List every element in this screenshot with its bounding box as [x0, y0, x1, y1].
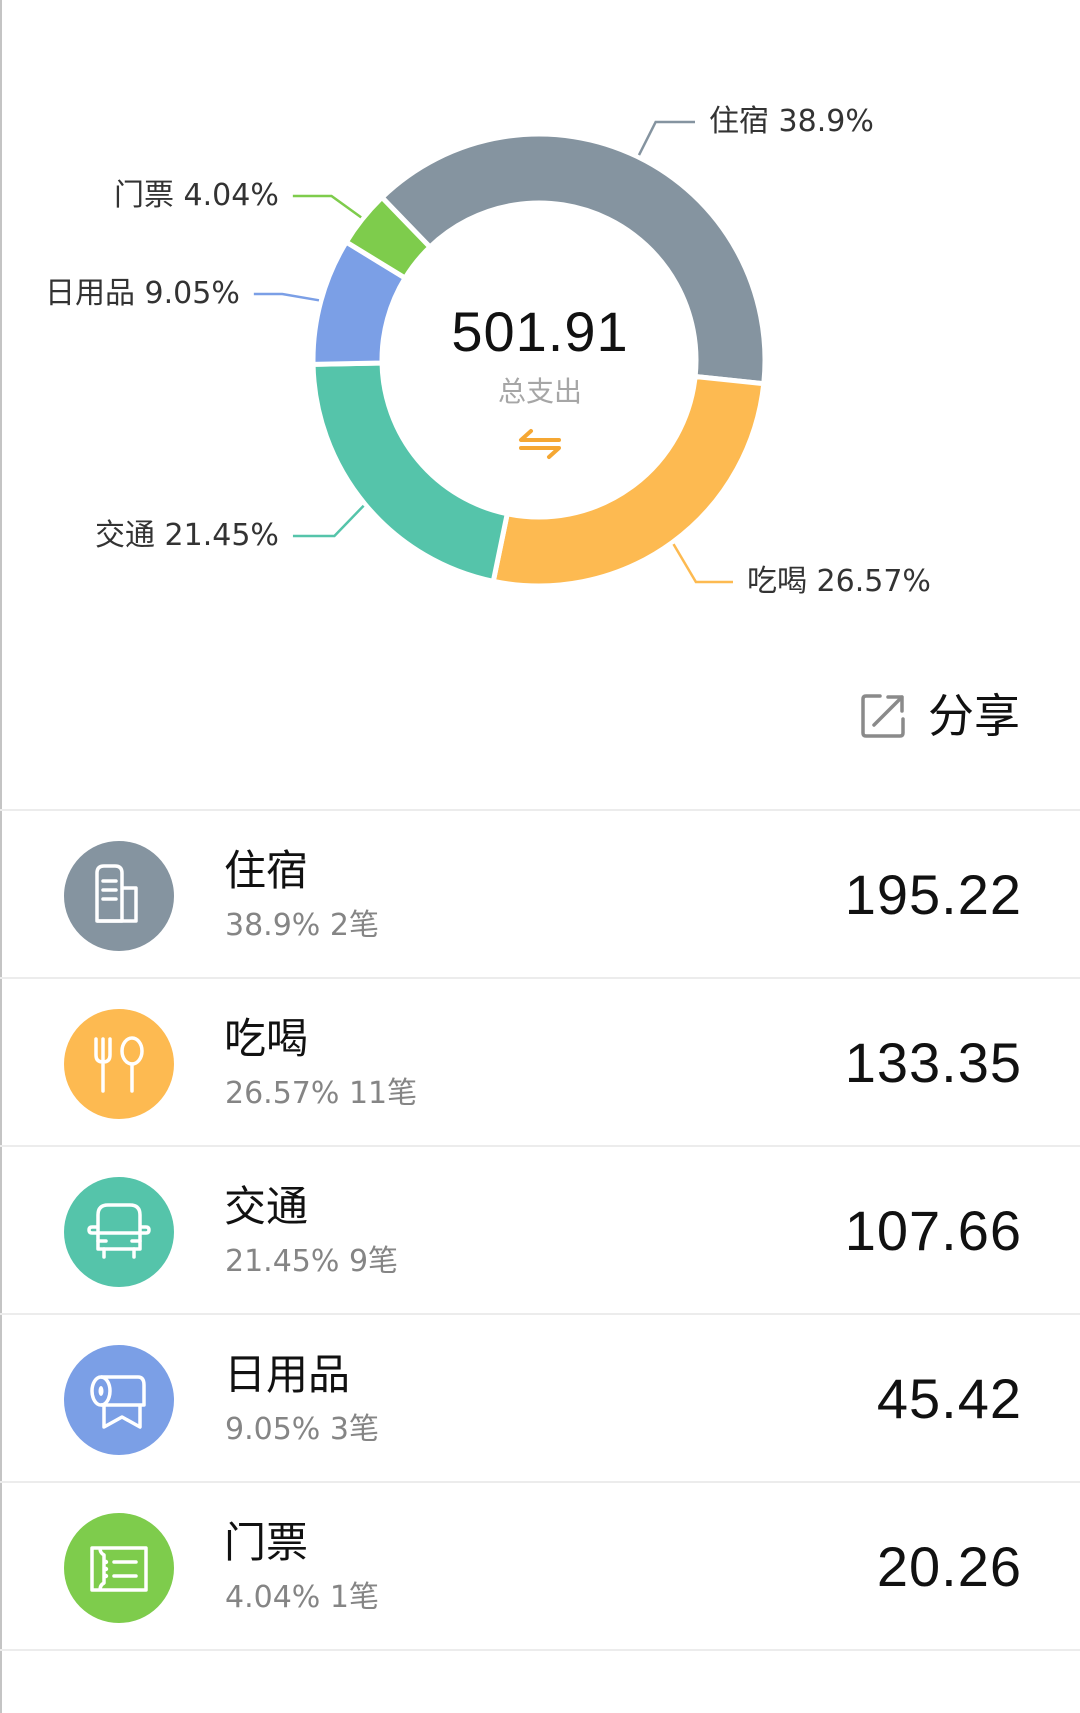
food-icon-badge — [64, 1009, 174, 1119]
category-percent: 21.45% — [225, 1244, 340, 1279]
category-name: 交通 — [224, 1182, 309, 1231]
category-name: 吃喝 — [224, 1014, 309, 1063]
tickets-icon-badge — [64, 1513, 174, 1623]
category-meta: 9.05% 3笔 — [225, 1411, 379, 1449]
category-count: 9笔 — [348, 1244, 399, 1279]
leader-line-lodging — [637, 120, 695, 156]
leader-line-food — [672, 543, 733, 584]
category-meta: 38.9% 2笔 — [225, 907, 379, 945]
category-amount: 107.66 — [844, 1199, 1022, 1262]
category-meta: 26.57% 11笔 — [225, 1075, 417, 1113]
total-expense-amount: 501.91 — [451, 300, 629, 363]
chart-label-transport: 交通 21.45% — [95, 518, 279, 553]
category-percent: 9.05% — [225, 1412, 321, 1447]
share-button[interactable]: 分享 — [860, 684, 1020, 748]
transport-icon-badge — [64, 1177, 174, 1287]
category-amount: 45.42 — [876, 1367, 1022, 1430]
leader-line-transport — [292, 504, 365, 538]
category-count: 3笔 — [329, 1412, 379, 1447]
category-percent: 26.57% — [225, 1076, 340, 1111]
category-list: 住宿 38.9% 2笔 195.22 吃喝 26.57% 11笔 133.35 — [0, 809, 1080, 1651]
share-label: 分享 — [928, 689, 1020, 743]
lodging-icon-badge — [64, 841, 174, 951]
category-percent: 38.9% — [225, 908, 321, 943]
category-row-transport[interactable]: 交通 21.45% 9笔 107.66 — [0, 1145, 1080, 1313]
chart-label-food: 吃喝 26.57% — [747, 564, 931, 599]
chart-label-lodging: 住宿 38.9% — [709, 104, 874, 139]
category-amount: 195.22 — [844, 863, 1022, 926]
category-name: 住宿 — [224, 846, 309, 895]
leader-line-daily-goods — [253, 292, 320, 302]
chart-label-tickets: 门票 4.04% — [114, 178, 279, 213]
category-row-lodging[interactable]: 住宿 38.9% 2笔 195.22 — [0, 809, 1080, 977]
category-count: 2笔 — [329, 908, 379, 943]
category-count: 1笔 — [329, 1580, 379, 1615]
leader-line-tickets — [292, 194, 362, 219]
hotel-building-icon — [95, 864, 138, 923]
category-row-food[interactable]: 吃喝 26.57% 11笔 133.35 — [0, 977, 1080, 1145]
category-count: 11笔 — [348, 1076, 418, 1111]
category-row-tickets[interactable]: 门票 4.04% 1笔 20.26 — [0, 1481, 1080, 1651]
daily-goods-icon-badge — [64, 1345, 174, 1455]
category-percent: 4.04% — [225, 1580, 321, 1615]
category-amount: 133.35 — [844, 1031, 1022, 1094]
chart-label-daily-goods: 日用品 9.05% — [45, 276, 240, 311]
category-name: 日用品 — [224, 1350, 351, 1399]
category-row-daily-goods[interactable]: 日用品 9.05% 3笔 45.42 — [0, 1313, 1080, 1481]
ticket-icon — [90, 1546, 148, 1592]
category-amount: 20.26 — [876, 1535, 1022, 1598]
fork-spoon-icon — [94, 1036, 144, 1093]
category-meta: 4.04% 1笔 — [225, 1579, 379, 1617]
total-expense-label: 总支出 — [497, 375, 582, 408]
swap-arrows-icon[interactable] — [517, 428, 563, 460]
category-name: 门票 — [224, 1518, 309, 1567]
tissue-roll-icon — [90, 1375, 146, 1429]
bus-icon — [87, 1203, 151, 1259]
share-external-icon — [861, 694, 905, 738]
category-meta: 21.45% 9笔 — [225, 1243, 398, 1281]
